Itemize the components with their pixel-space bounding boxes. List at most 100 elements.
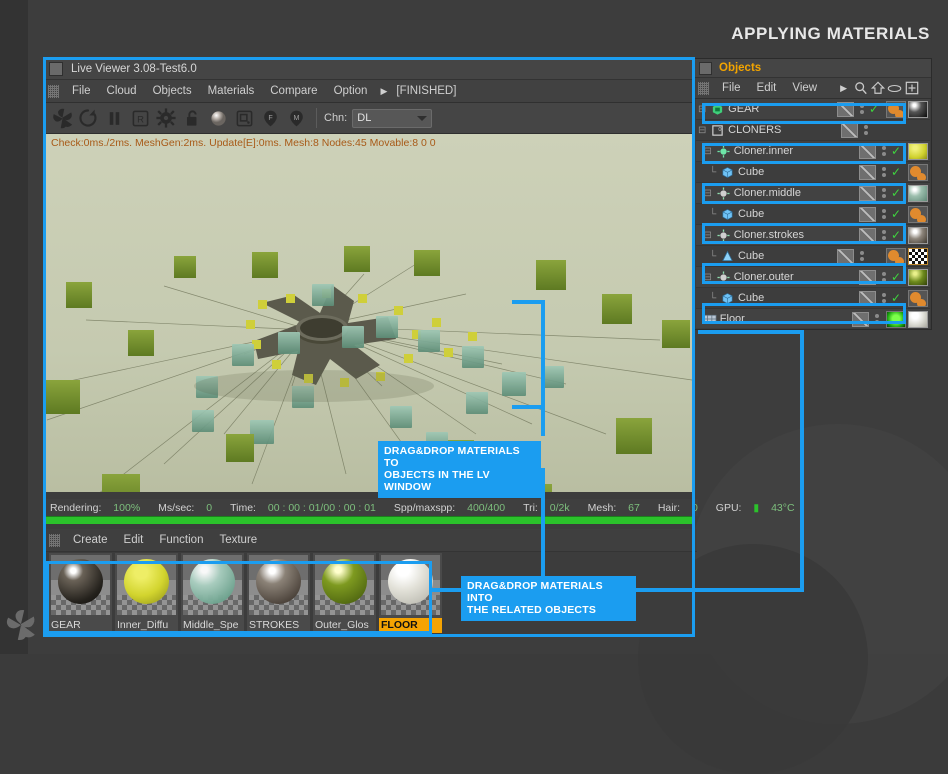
- objects-tree[interactable]: ⊟ GEAR ✓ ⊟ 0 CLONERS ✓: [696, 99, 930, 328]
- tag-slot-icon[interactable]: [837, 102, 854, 117]
- object-row-controls[interactable]: ✓: [859, 162, 928, 182]
- material-tag-grey-sphere[interactable]: [908, 227, 928, 244]
- object-row-cloner-strokes[interactable]: ⊟ Cloner.strokes ✓: [696, 225, 930, 246]
- material-pin-icon[interactable]: M: [283, 106, 309, 130]
- channel-select[interactable]: DL: [352, 109, 432, 128]
- menu-item-file[interactable]: File: [64, 85, 99, 97]
- visibility-dots-icon[interactable]: [880, 272, 887, 282]
- tag-slot-icon[interactable]: [859, 207, 876, 222]
- visibility-dots-icon[interactable]: [858, 104, 865, 114]
- object-row-controls[interactable]: ✓: [859, 183, 928, 203]
- region-render-icon[interactable]: R: [127, 106, 153, 130]
- material-swatch-floor[interactable]: FLOOR: [379, 553, 442, 633]
- object-row-cloner-outer[interactable]: ⊟ Cloner.outer ✓: [696, 267, 930, 288]
- visibility-dots-icon[interactable]: [880, 230, 887, 240]
- add-layer-icon[interactable]: [903, 80, 920, 96]
- objects-menu-gripper-icon[interactable]: [698, 82, 709, 95]
- enabled-check-icon[interactable]: ✓: [869, 103, 881, 115]
- material-tag-orange-dots[interactable]: [908, 206, 928, 223]
- enabled-check-icon[interactable]: ✓: [873, 124, 885, 136]
- menu-item-compare[interactable]: Compare: [262, 85, 325, 97]
- material-tag-checker-texture[interactable]: [908, 248, 928, 265]
- render-viewport[interactable]: Check:0ms./2ms. MeshGen:2ms. Update[E]:0…: [46, 134, 694, 492]
- object-row-cube-strokes[interactable]: └ Cube ✓: [696, 246, 930, 267]
- window-menu-icon[interactable]: [49, 62, 63, 76]
- live-viewer-menubar[interactable]: File Cloud Objects Materials Compare Opt…: [45, 80, 693, 103]
- menu-overflow-arrow-icon[interactable]: ▶: [375, 86, 392, 97]
- object-row-controls[interactable]: ✓: [859, 141, 928, 161]
- object-row-controls[interactable]: ✓: [859, 267, 928, 287]
- material-tag-orange-dots[interactable]: [886, 101, 906, 118]
- cloner-icon[interactable]: [716, 186, 731, 200]
- cone-icon[interactable]: [720, 249, 735, 263]
- material-tag-yellow-sphere[interactable]: [908, 143, 928, 160]
- enabled-check-icon[interactable]: ✓: [891, 292, 903, 304]
- material-swatch-inner-diffuse[interactable]: Inner_Diffu: [115, 553, 178, 633]
- search-icon[interactable]: [852, 80, 869, 96]
- cube-icon[interactable]: [720, 291, 735, 305]
- objects-menu-view[interactable]: View: [784, 82, 825, 94]
- material-tag-orange-dots[interactable]: [886, 248, 906, 265]
- object-row-cube-middle[interactable]: └ Cube ✓: [696, 204, 930, 225]
- tag-slot-icon[interactable]: [859, 228, 876, 243]
- cloner-icon[interactable]: [716, 144, 731, 158]
- lock-icon[interactable]: [179, 106, 205, 130]
- enabled-check-icon[interactable]: ✓: [891, 271, 903, 283]
- material-swatch-middle-specular[interactable]: Middle_Spe: [181, 553, 244, 633]
- object-row-controls[interactable]: [852, 309, 928, 328]
- object-row-controls[interactable]: ✓: [859, 204, 928, 224]
- material-preview-icon[interactable]: [205, 106, 231, 130]
- object-row-cloners[interactable]: ⊟ 0 CLONERS ✓: [696, 120, 930, 141]
- object-row-controls[interactable]: ✓: [837, 246, 928, 266]
- object-row-cube-outer[interactable]: └ Cube ✓: [696, 288, 930, 309]
- tag-slot-icon[interactable]: [852, 312, 869, 327]
- objects-menu-file[interactable]: File: [714, 82, 749, 94]
- picture-in-picture-icon[interactable]: [231, 106, 257, 130]
- menu-item-cloud[interactable]: Cloud: [99, 85, 145, 97]
- material-tag-orange-dots[interactable]: [908, 290, 928, 307]
- material-tab-texture[interactable]: Texture: [211, 534, 265, 546]
- octane-restart-icon[interactable]: [49, 106, 75, 130]
- reload-icon[interactable]: [75, 106, 101, 130]
- tag-slot-icon[interactable]: [837, 249, 854, 264]
- object-row-controls[interactable]: ✓: [859, 288, 928, 308]
- object-row-floor[interactable]: Floor: [696, 309, 930, 328]
- material-manager-menubar[interactable]: Create Edit Function Texture: [46, 529, 697, 552]
- material-tag-black-glossy[interactable]: [908, 101, 928, 118]
- settings-gear-icon[interactable]: [153, 106, 179, 130]
- object-row-cloner-middle[interactable]: ⊟ Cloner.middle ✓: [696, 183, 930, 204]
- tag-slot-icon[interactable]: [841, 123, 858, 138]
- cloner-icon[interactable]: [716, 270, 731, 284]
- enabled-check-icon[interactable]: ✓: [869, 250, 881, 262]
- material-swatch-gear[interactable]: GEAR: [49, 553, 112, 633]
- cube-icon[interactable]: [720, 207, 735, 221]
- eye-icon[interactable]: [886, 80, 903, 96]
- tag-slot-icon[interactable]: [859, 270, 876, 285]
- material-tab-function[interactable]: Function: [151, 534, 211, 546]
- visibility-dots-icon[interactable]: [880, 209, 887, 219]
- layer-null-icon[interactable]: 0: [710, 123, 725, 137]
- enabled-check-icon[interactable]: ✓: [891, 229, 903, 241]
- tag-slot-icon[interactable]: [859, 186, 876, 201]
- material-swatch-strokes[interactable]: STROKES: [247, 553, 310, 633]
- cloner-icon[interactable]: [716, 228, 731, 242]
- cube-icon[interactable]: [720, 165, 735, 179]
- tag-slot-icon[interactable]: [859, 165, 876, 180]
- visibility-dots-icon[interactable]: [862, 125, 869, 135]
- objects-window-menu-icon[interactable]: [699, 62, 712, 75]
- menu-item-objects[interactable]: Objects: [145, 85, 200, 97]
- chevron-down-icon[interactable]: [417, 116, 427, 121]
- gear-object-icon[interactable]: [710, 102, 725, 116]
- objects-panel-menubar[interactable]: File Edit View ▶: [695, 78, 931, 99]
- material-tag-white-sphere[interactable]: [908, 311, 928, 328]
- tag-slot-icon[interactable]: [859, 144, 876, 159]
- visibility-dots-icon[interactable]: [873, 314, 880, 324]
- object-row-controls[interactable]: ✓: [859, 225, 928, 245]
- enabled-check-icon[interactable]: ✓: [891, 145, 903, 157]
- object-row-controls[interactable]: ✓: [837, 99, 928, 119]
- visibility-dots-icon[interactable]: [880, 146, 887, 156]
- material-tab-create[interactable]: Create: [65, 534, 116, 546]
- focus-pin-icon[interactable]: F: [257, 106, 283, 130]
- visibility-dots-icon[interactable]: [858, 251, 865, 261]
- home-icon[interactable]: [869, 80, 886, 96]
